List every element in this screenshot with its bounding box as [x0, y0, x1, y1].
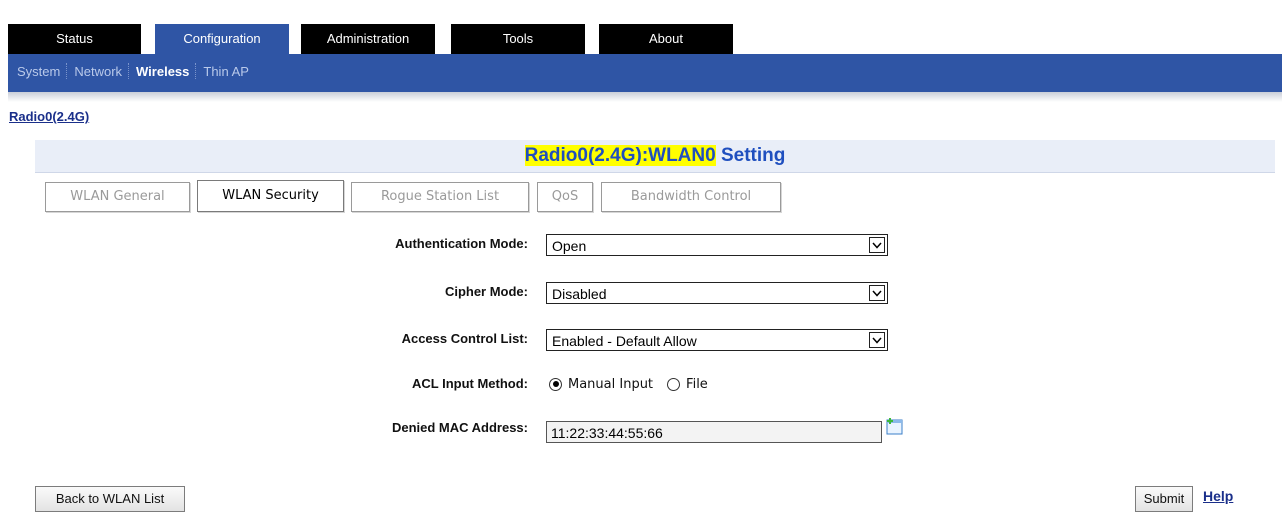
- chevron-down-icon: [869, 237, 885, 253]
- cipher-mode-select[interactable]: Disabled: [546, 282, 888, 304]
- subtab-wlan-security[interactable]: WLAN Security: [197, 180, 344, 212]
- help-link[interactable]: Help: [1203, 488, 1233, 504]
- chevron-down-icon: [869, 285, 885, 301]
- auth-mode-value: Open: [552, 238, 587, 254]
- add-entry-icon[interactable]: [885, 417, 904, 436]
- page-title-rest: Setting: [715, 145, 786, 166]
- submit-button[interactable]: Submit: [1135, 486, 1193, 512]
- radio-file[interactable]: [667, 377, 681, 391]
- tab-configuration[interactable]: Configuration: [155, 24, 289, 54]
- subnav-wireless[interactable]: Wireless: [130, 64, 195, 79]
- page-title: Radio0(2.4G):WLAN0 Setting: [524, 145, 786, 166]
- tab-about[interactable]: About: [599, 24, 733, 54]
- tab-tools[interactable]: Tools: [451, 24, 585, 54]
- sub-navigation: System Network Wireless Thin AP: [8, 54, 1282, 92]
- page-title-band: Radio0(2.4G):WLAN0 Setting: [35, 140, 1275, 173]
- tab-status[interactable]: Status: [8, 24, 141, 54]
- radio-breadcrumb-link[interactable]: Radio0(2.4G): [9, 109, 89, 124]
- page-title-highlight: Radio0(2.4G):WLAN0: [524, 145, 716, 166]
- chevron-down-icon: [869, 332, 885, 348]
- radio-manual-input-label[interactable]: Manual Input: [568, 377, 653, 392]
- auth-mode-label: Authentication Mode:: [395, 236, 528, 251]
- tab-administration[interactable]: Administration: [301, 24, 435, 54]
- subnav-system[interactable]: System: [11, 64, 66, 79]
- radio-selected-dot: [552, 381, 559, 387]
- subtab-rogue-station-list[interactable]: Rogue Station List: [351, 182, 529, 212]
- cipher-mode-value: Disabled: [552, 286, 607, 302]
- subtab-bandwidth-control[interactable]: Bandwidth Control: [601, 182, 781, 212]
- cipher-mode-label: Cipher Mode:: [444, 284, 528, 299]
- radio-file-label[interactable]: File: [686, 377, 708, 392]
- denied-mac-input[interactable]: 11:22:33:44:55:66: [546, 421, 882, 443]
- top-tab-bar: Status Configuration Administration Tool…: [8, 24, 1282, 54]
- acl-select[interactable]: Enabled - Default Allow: [546, 329, 888, 351]
- subnav-thin-ap[interactable]: Thin AP: [197, 64, 255, 79]
- radio-manual-input[interactable]: [549, 377, 562, 391]
- denied-mac-label: Denied MAC Address:: [391, 420, 528, 435]
- back-to-wlan-list-button[interactable]: Back to WLAN List: [35, 486, 185, 512]
- subtab-wlan-general[interactable]: WLAN General: [45, 182, 190, 212]
- acl-label: Access Control List:: [401, 331, 528, 346]
- acl-input-method-group: Manual Input File: [549, 375, 708, 393]
- auth-mode-select[interactable]: Open: [546, 234, 888, 256]
- nav-shadow: [8, 92, 1282, 102]
- subnav-network[interactable]: Network: [68, 64, 128, 79]
- subtab-qos[interactable]: QoS: [537, 182, 593, 212]
- acl-value: Enabled - Default Allow: [552, 333, 697, 349]
- acl-input-method-label: ACL Input Method:: [411, 376, 528, 391]
